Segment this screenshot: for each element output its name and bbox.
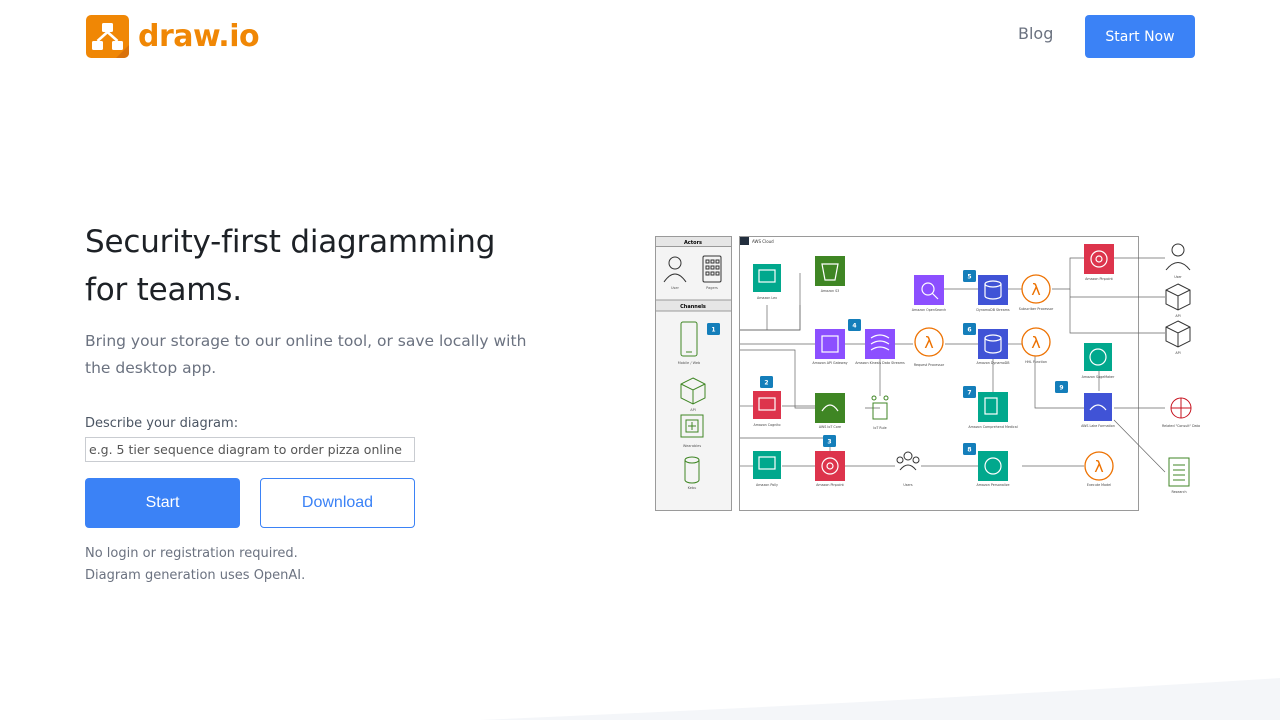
svc-hhl-label: HHL Function (1025, 360, 1047, 364)
right-api-icon-1 (1165, 283, 1191, 311)
opensearch-icon (914, 275, 944, 305)
lambda-request-icon: λ (914, 327, 944, 357)
svc-s3-label: Amazon S3 (821, 289, 840, 293)
right-user-icon (1165, 243, 1191, 271)
svg-text:9: 9 (1059, 385, 1063, 392)
svc-execute-label: Execute Model (1087, 483, 1111, 487)
describe-label: Describe your diagram: (85, 416, 239, 431)
dynamodb-icon (978, 329, 1008, 359)
svg-text:5: 5 (967, 274, 971, 281)
drawio-logo-icon (86, 14, 129, 58)
svc-lake-formation-label: AWS Lake Formation (1081, 424, 1115, 428)
lake-formation-icon (1084, 393, 1112, 421)
svc-pinpoint-top-label: Amazon Pinpoint (1085, 277, 1113, 281)
svc-api-gateway-label: Amazon API Gateway (812, 361, 847, 365)
bottom-wave-decoration (480, 678, 1280, 720)
target-api-label-1: API (1175, 314, 1180, 318)
kinesis-icon (865, 329, 895, 359)
cognito-icon (753, 391, 781, 419)
svg-text:λ: λ (1094, 457, 1103, 476)
pinpoint-bottom-icon (815, 451, 845, 481)
svg-text:3: 3 (827, 439, 831, 446)
amazon-s3-icon (815, 256, 845, 286)
example-diagram: Actors Channels User Pagers Mobile / Web… (655, 236, 1200, 511)
svg-text:4: 4 (852, 323, 856, 330)
consult-data-icon (1170, 397, 1192, 419)
svc-comprehend-label: Amazon Comprehend Medical (968, 425, 1017, 429)
describe-diagram-input[interactable] (85, 437, 415, 462)
svg-text:8: 8 (967, 447, 971, 454)
logo-text: draw.io (138, 18, 260, 54)
svc-pinpoint-bottom-label: Amazon Pinpoint (816, 483, 844, 487)
channel-kebu-label: Kebu (688, 486, 697, 490)
openai-note: Diagram generation uses OpenAI. (85, 568, 306, 583)
svc-opensearch-label: Amazon OpenSearch (912, 308, 947, 312)
svc-users-label: Users (903, 483, 913, 487)
aws-cloud-title: AWS Cloud (752, 239, 774, 244)
channel-wearables-label: Wearables (683, 444, 701, 448)
download-button[interactable]: Download (260, 478, 415, 528)
svg-text:λ: λ (1031, 280, 1040, 299)
svc-sagemaker-label: Amazon SageMaker (1082, 375, 1115, 379)
svc-polly-label: Amazon Polly (756, 483, 778, 487)
personalize-icon (978, 451, 1008, 481)
channel-mobile-label: Mobile / Web (678, 361, 701, 365)
hero-title: Security-first diagramming for teams. (85, 218, 555, 314)
no-login-note: No login or registration required. (85, 546, 298, 561)
drawio-logo-link[interactable]: draw.io (86, 14, 260, 58)
ddb-streams-icon (978, 275, 1008, 305)
pinpoint-top-icon (1084, 244, 1114, 274)
channels-title: Channels (680, 304, 706, 310)
svg-text:6: 6 (967, 327, 971, 334)
target-user-label: User (1174, 275, 1182, 279)
svg-text:7: 7 (967, 390, 971, 397)
start-now-button[interactable]: Start Now (1085, 15, 1195, 58)
actors-channels-panel (655, 236, 732, 511)
start-button[interactable]: Start (85, 478, 240, 528)
svc-kinesis-label: Amazon Kinesis Data Streams (855, 361, 905, 365)
target-consult-label: Related "Consult" Data (1162, 424, 1200, 428)
svg-text:λ: λ (924, 333, 933, 352)
hero-title-line2: for teams. (85, 272, 242, 308)
header: draw.io Blog Start Now (0, 0, 1280, 76)
svc-cognito-label: Amazon Cognito (753, 423, 780, 427)
target-api-label-2: API (1175, 351, 1180, 355)
svc-iot-rule-label: IoT Rule (873, 426, 886, 430)
nav-blog-link[interactable]: Blog (1018, 24, 1053, 43)
actor-pagers-label: Pagers (706, 286, 718, 290)
right-api-icon-2 (1165, 320, 1191, 348)
svg-text:1: 1 (711, 327, 715, 334)
research-doc-icon (1168, 457, 1190, 487)
comprehend-icon (978, 392, 1008, 422)
svc-personalize-label: Amazon Personalize (976, 483, 1009, 487)
actor-user-label: User (671, 286, 680, 290)
lambda-hhl-icon: λ (1021, 327, 1051, 357)
svg-text:2: 2 (764, 380, 768, 387)
svc-dynamodb-label: Amazon DynamoDB (976, 361, 1010, 365)
actors-title: Actors (684, 240, 702, 246)
hero-subtitle: Bring your storage to our online tool, o… (85, 332, 527, 377)
svc-iot-core-label: AWS IoT Core (819, 425, 841, 429)
sagemaker-icon (1084, 343, 1112, 371)
svc-request-label: Request Processor (914, 363, 945, 367)
svc-lex-label: Amazon Lex (757, 296, 777, 300)
api-gateway-icon (815, 329, 845, 359)
iot-core-icon (815, 393, 845, 423)
svc-subscriber-label: Subscriber Processor (1019, 307, 1054, 311)
amazon-lex-icon (753, 264, 781, 292)
lambda-subscriber-icon: λ (1021, 274, 1051, 304)
svc-ddb-streams-label: DynamoDB Streams (976, 308, 1010, 312)
svg-text:λ: λ (1031, 333, 1040, 352)
lambda-execute-icon: λ (1084, 451, 1114, 481)
target-research-label: Research (1171, 490, 1186, 494)
polly-icon (753, 451, 781, 479)
hero-title-line1: Security-first diagramming (85, 224, 496, 260)
channel-api-label: API (690, 408, 696, 412)
